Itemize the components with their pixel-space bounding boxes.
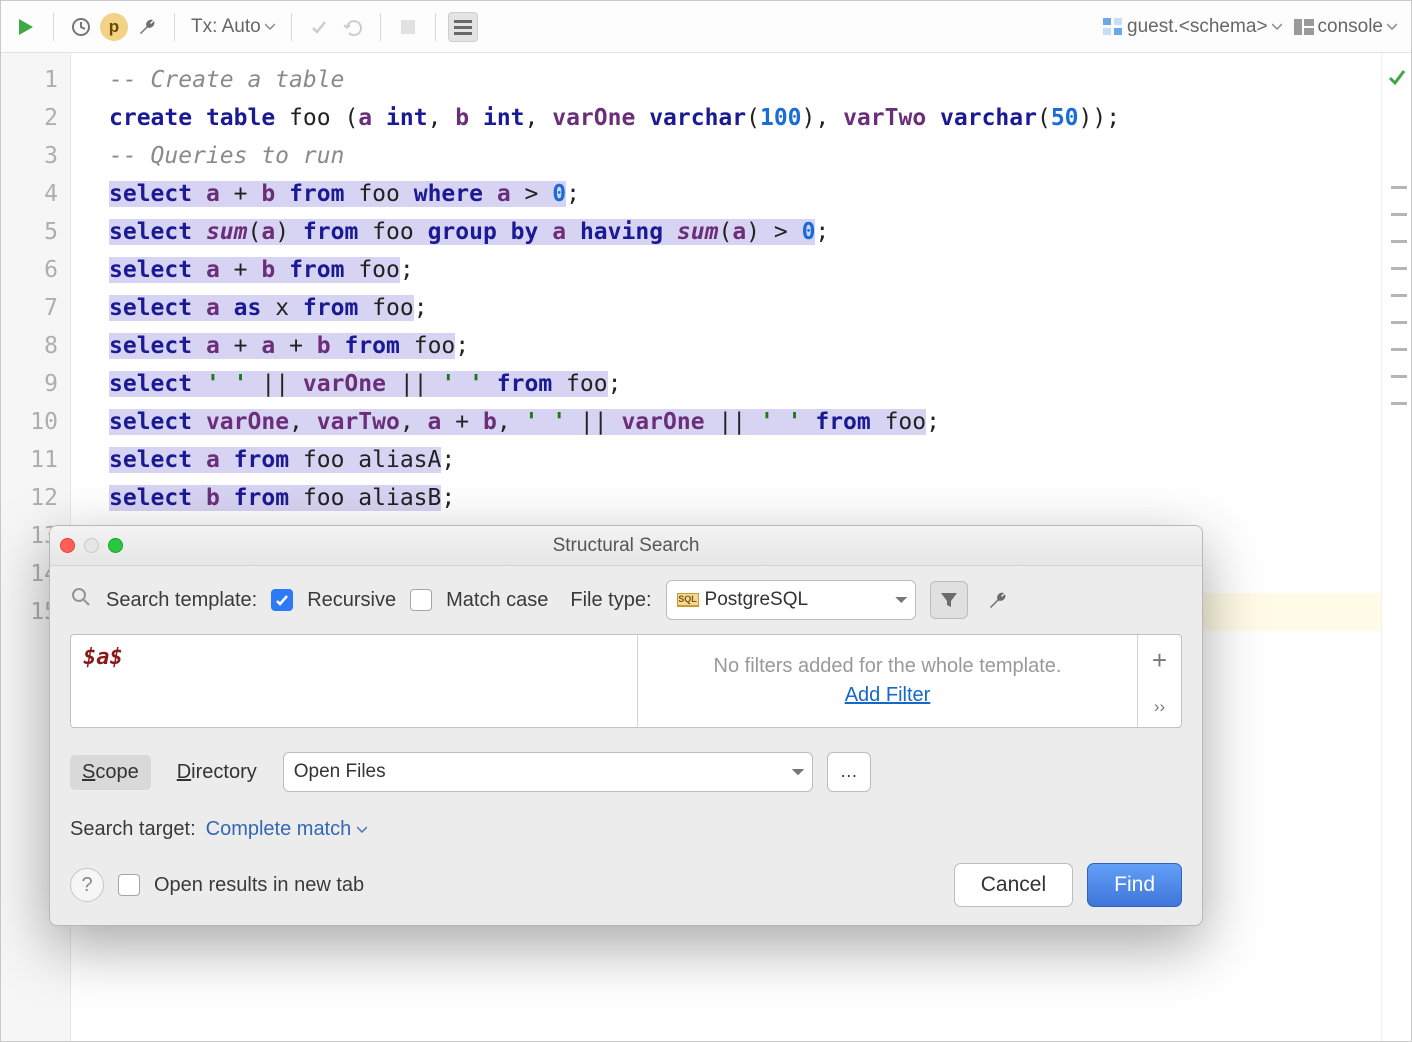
open-new-tab-label: Open results in new tab — [154, 874, 364, 897]
checkmark-icon — [1387, 67, 1407, 93]
code-line[interactable]: create table foo (a int, b int, varOne v… — [109, 99, 1381, 137]
tools-button[interactable] — [982, 589, 1014, 611]
gutter-line: 10 — [1, 403, 58, 441]
schema-icon — [1103, 18, 1123, 36]
add-button[interactable]: + — [1152, 645, 1167, 676]
gutter-line: 8 — [1, 327, 58, 365]
console-dropdown[interactable]: console — [1290, 16, 1402, 38]
search-target-label: Search target: — [70, 818, 196, 841]
open-new-tab-checkbox[interactable] — [118, 874, 140, 896]
code-line[interactable]: select a from foo aliasA; — [109, 441, 1381, 479]
code-line[interactable]: select a + a + b from foo; — [109, 327, 1381, 365]
file-type-dropdown[interactable]: SQL PostgreSQL — [666, 580, 916, 620]
settings-button[interactable] — [448, 12, 478, 42]
scope-browse-button[interactable]: … — [827, 752, 871, 792]
code-line[interactable]: select ' ' || varOne || ' ' from foo; — [109, 365, 1381, 403]
dialog-title: Structural Search — [50, 535, 1202, 557]
search-icon — [70, 586, 92, 614]
expand-button[interactable]: ›› — [1154, 697, 1165, 717]
filter-button[interactable] — [930, 581, 968, 619]
filter-panel: No filters added for the whole template.… — [637, 635, 1137, 727]
inspection-strip[interactable] — [1381, 53, 1411, 1041]
schema-dropdown[interactable]: guest.<schema> — [1099, 16, 1285, 38]
gutter-line: 7 — [1, 289, 58, 327]
recursive-label: Recursive — [307, 589, 396, 612]
gutter-line: 12 — [1, 479, 58, 517]
wrench-button[interactable] — [132, 12, 162, 42]
code-line[interactable]: select sum(a) from foo group by a having… — [109, 213, 1381, 251]
rollback-button[interactable] — [338, 12, 368, 42]
code-line[interactable]: select a + b from foo; — [109, 251, 1381, 289]
tx-mode-dropdown[interactable]: Tx: Auto — [187, 16, 279, 38]
run-button[interactable] — [11, 12, 41, 42]
search-template-label: Search template: — [106, 589, 257, 612]
stop-button[interactable] — [393, 12, 423, 42]
file-type-label: File type: — [570, 589, 651, 612]
file-type-value: PostgreSQL — [705, 589, 809, 611]
no-filters-text: No filters added for the whole template. — [714, 655, 1062, 678]
main-toolbar: p Tx: Auto guest.<schema> console — [1, 1, 1411, 53]
console-label: console — [1318, 16, 1384, 38]
search-target-value: Complete match — [206, 818, 352, 841]
code-line[interactable]: select a + b from foo where a > 0; — [109, 175, 1381, 213]
gutter-line: 4 — [1, 175, 58, 213]
help-button[interactable]: ? — [70, 868, 104, 902]
search-target-dropdown[interactable]: Complete match — [206, 818, 368, 841]
add-filter-link[interactable]: Add Filter — [845, 684, 931, 707]
code-line[interactable]: select b from foo aliasB; — [109, 479, 1381, 517]
recursive-checkbox[interactable] — [271, 589, 293, 611]
scope-dropdown[interactable]: Open Files — [283, 752, 813, 792]
commit-button[interactable] — [304, 12, 334, 42]
scope-value: Open Files — [294, 761, 386, 783]
sql-file-icon: SQL — [677, 593, 699, 607]
session-badge[interactable]: p — [100, 13, 128, 41]
gutter-line: 5 — [1, 213, 58, 251]
history-button[interactable] — [66, 12, 96, 42]
code-line[interactable]: select varOne, varTwo, a + b, ' ' || var… — [109, 403, 1381, 441]
cancel-button[interactable]: Cancel — [954, 863, 1073, 907]
directory-tab[interactable]: Directory — [165, 755, 269, 790]
code-line[interactable]: -- Create a table — [109, 61, 1381, 99]
gutter-line: 6 — [1, 251, 58, 289]
gutter-line: 2 — [1, 99, 58, 137]
gutter-line: 9 — [1, 365, 58, 403]
schema-label: guest.<schema> — [1127, 16, 1267, 38]
match-case-checkbox[interactable] — [410, 589, 432, 611]
gutter-line: 3 — [1, 137, 58, 175]
find-button[interactable]: Find — [1087, 863, 1182, 907]
gutter-line: 1 — [1, 61, 58, 99]
match-case-label: Match case — [446, 589, 548, 612]
filter-side-actions: + ›› — [1137, 635, 1181, 727]
code-line[interactable]: -- Queries to run — [109, 137, 1381, 175]
template-input[interactable]: $a$ — [71, 635, 637, 727]
template-editor: $a$ No filters added for the whole templ… — [70, 634, 1182, 728]
console-icon — [1294, 19, 1314, 35]
dialog-titlebar[interactable]: Structural Search — [50, 526, 1202, 566]
gutter-line: 11 — [1, 441, 58, 479]
structural-search-dialog: Structural Search Search template: Recur… — [49, 525, 1203, 926]
code-line[interactable]: select a as x from foo; — [109, 289, 1381, 327]
tx-mode-label: Tx: Auto — [191, 16, 261, 38]
scope-tab[interactable]: Scope — [70, 755, 151, 790]
